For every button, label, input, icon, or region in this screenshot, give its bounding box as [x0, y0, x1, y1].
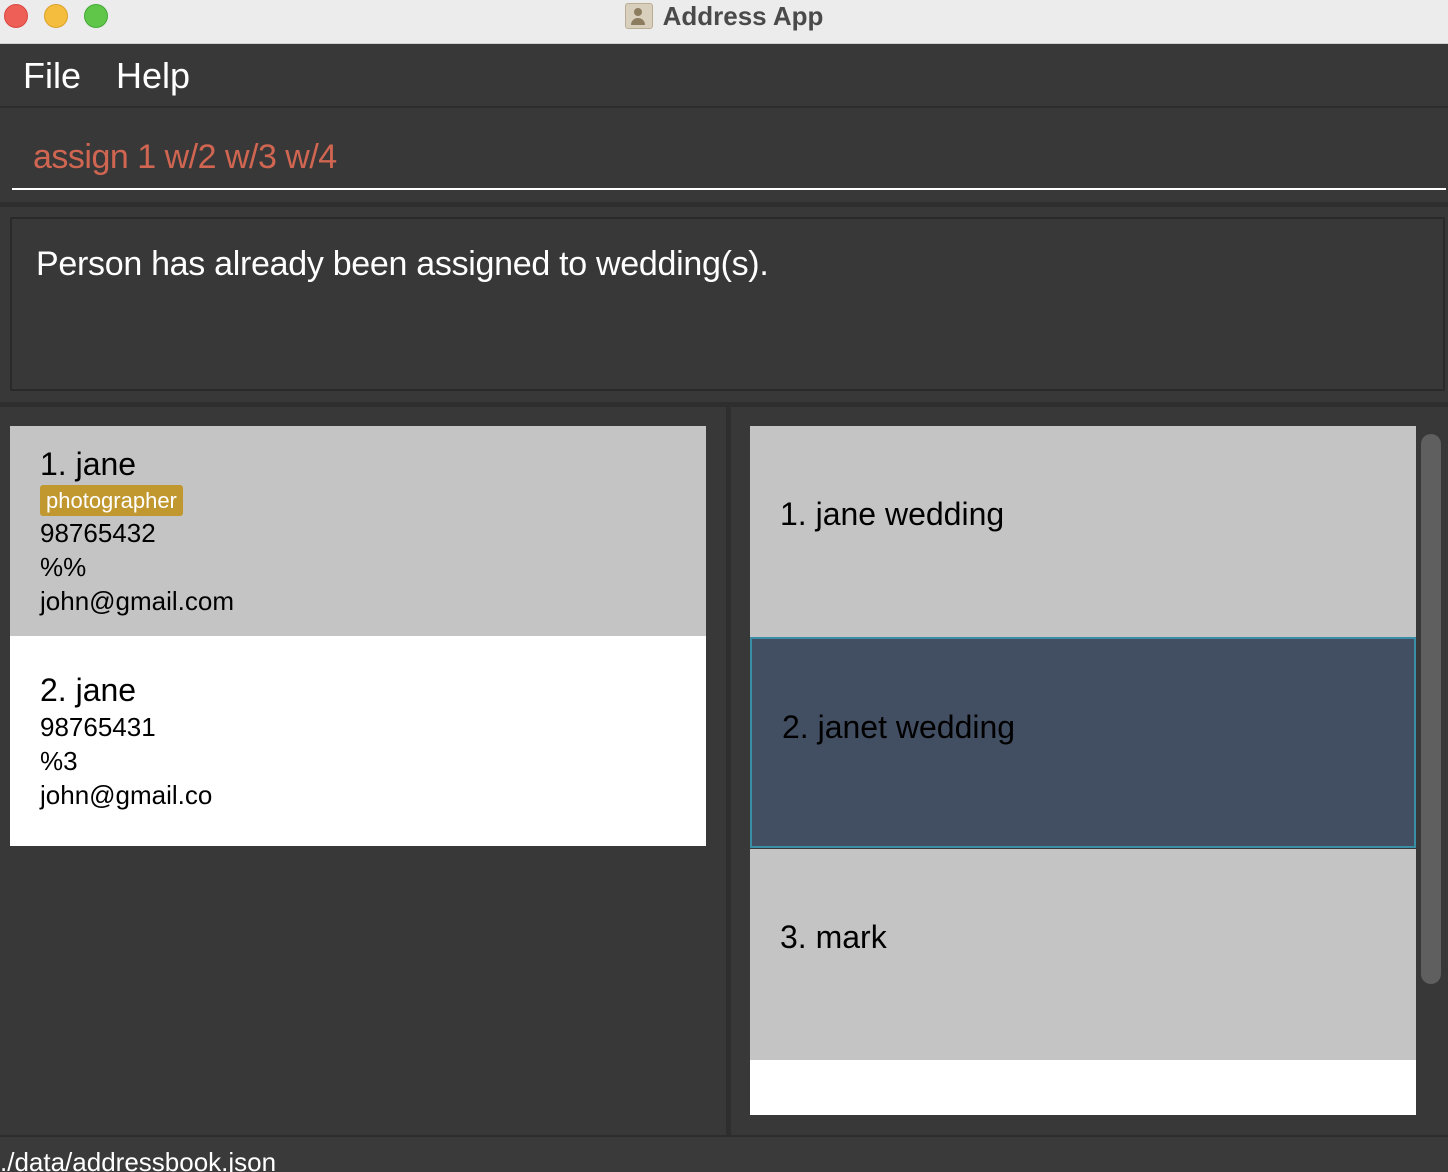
status-bar: ./data/addressbook.json [0, 1135, 1448, 1172]
divider [0, 202, 1448, 207]
title-bar: Address App [0, 0, 1448, 44]
wedding-name: 1. jane wedding [780, 496, 1005, 532]
person-phone: 98765432 [40, 518, 156, 548]
person-email: john@gmail.com [40, 586, 235, 616]
menu-help[interactable]: Help [116, 55, 190, 97]
wedding-list-panel: 1. jane wedding 2. janet wedding 3. mark [731, 407, 1448, 1135]
wedding-name: 3. mark [780, 919, 887, 955]
save-file-path: ./data/addressbook.json [0, 1147, 277, 1172]
address-book-icon [624, 3, 653, 29]
window-title: Address App [662, 0, 824, 31]
wedding-list-empty-area [750, 1060, 1416, 1115]
wedding-card[interactable]: 1. jane wedding [750, 426, 1416, 637]
person-address: %% [40, 552, 87, 582]
wedding-name: 2. janet wedding [782, 709, 1016, 745]
person-email: john@gmail.co [40, 780, 213, 810]
result-display: Person has already been assigned to wedd… [10, 217, 1445, 391]
person-tag: photographer [40, 485, 183, 516]
window-title-group: Address App [0, 0, 1448, 32]
person-address: %3 [40, 746, 78, 776]
person-list-panel: 1. jane photographer 98765432 %% john@gm… [0, 407, 726, 1135]
menu-bar: File Help [0, 45, 1448, 108]
command-box[interactable]: assign 1 w/2 w/3 w/4 [0, 110, 1448, 202]
person-name: 1. jane [40, 446, 137, 482]
person-phone: 98765431 [40, 712, 156, 742]
person-card[interactable]: 1. jane photographer 98765432 %% john@gm… [10, 426, 706, 636]
wedding-card[interactable]: 3. mark [750, 849, 1416, 1060]
command-input-underline [12, 188, 1446, 190]
command-input[interactable]: assign 1 w/2 w/3 w/4 [33, 138, 337, 177]
person-name: 2. jane [40, 672, 137, 708]
menu-file[interactable]: File [23, 55, 81, 97]
wedding-card-selected[interactable]: 2. janet wedding [750, 637, 1416, 848]
person-card[interactable]: 2. jane 98765431 %3 john@gmail.co [10, 636, 706, 846]
result-message: Person has already been assigned to wedd… [36, 245, 769, 283]
wedding-list-scrollbar[interactable] [1421, 434, 1441, 984]
